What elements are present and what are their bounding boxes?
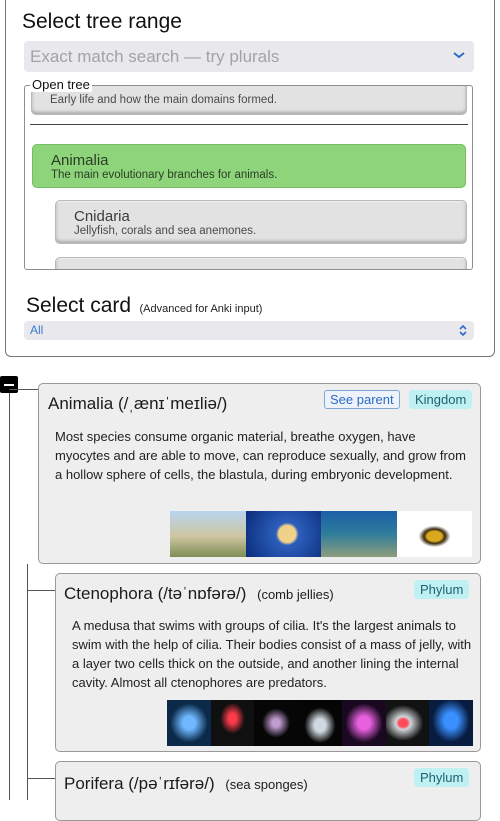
tree-connector-branch — [27, 778, 55, 779]
minus-icon — [4, 384, 14, 386]
select-card-title: Select card — [26, 294, 132, 317]
card-name: Ctenophora — [64, 584, 153, 603]
card-animalia: Animalia (/ˌænɪˈmeɪliə/) See parent King… — [38, 383, 481, 564]
coral-image — [321, 511, 397, 557]
card-pronunciation: (/təˈnɒfərə/) — [157, 584, 247, 603]
card-name: Animalia — [48, 394, 114, 413]
tree-node-desc: Jellyfish, corals and sea anemones. — [74, 225, 257, 237]
tree-node-root[interactable]: Early life and how the main domains form… — [31, 86, 467, 115]
ctenophore-image-5 — [341, 700, 386, 746]
card-pronunciation: (/ˌænɪˈmeɪliə/) — [117, 394, 228, 413]
card-common-name: (sea sponges) — [225, 777, 308, 792]
jellyfish-image — [245, 511, 321, 557]
ctenophore-image-6 — [385, 700, 430, 746]
tree-node-animalia[interactable]: Animalia The main evolutionary branches … — [32, 144, 466, 188]
search-placeholder: Exact match search — try plurals — [30, 47, 280, 66]
card-title: Porifera (/pəˈrɪfərə/) (sea sponges) — [64, 774, 308, 794]
ctenophore-image-4 — [298, 700, 342, 746]
wasp-image — [396, 511, 472, 557]
rank-badge: Phylum — [414, 768, 470, 787]
chevron-down-icon — [453, 52, 465, 59]
card-pronunciation: (/pəˈrɪfərə/) — [128, 774, 215, 793]
select-card-heading: Select card (Advanced for Anki input) — [26, 294, 262, 318]
tree-connector-line — [9, 393, 10, 800]
card-image-strip — [167, 700, 474, 746]
open-tree-legend: Open tree — [30, 77, 92, 92]
tree-search-select[interactable]: Exact match search — try plurals — [24, 41, 474, 72]
tree-node-desc: Early life and how the main domains form… — [50, 94, 277, 106]
rank-badge: Kingdom — [409, 390, 473, 409]
card-description: A medusa that swims with groups of cilia… — [72, 618, 472, 690]
ctenophore-image-7 — [429, 700, 474, 746]
tree-node-name: Cnidaria — [74, 208, 130, 225]
chevron-updown-icon — [459, 324, 467, 337]
see-parent-button[interactable]: See parent — [324, 390, 400, 409]
card-porifera: Porifera (/pəˈrɪfərə/) (sea sponges) Phy… — [55, 761, 481, 821]
zebra-image — [170, 511, 246, 557]
card-ctenophora: Ctenophora (/təˈnɒfərə/) (comb jellies) … — [55, 573, 481, 752]
select-card-subtitle: (Advanced for Anki input) — [139, 303, 263, 315]
tree-node-cnidaria[interactable]: Cnidaria Jellyfish, corals and sea anemo… — [55, 200, 467, 244]
select-tree-range-title: Select tree range — [22, 10, 182, 33]
ctenophore-image-3 — [254, 700, 299, 746]
tree-connector-branch — [27, 590, 55, 591]
tree-node-name: Animalia — [51, 152, 109, 169]
card-description: Most species consume organic material, b… — [55, 429, 466, 482]
open-tree-box: Early life and how the main domains form… — [24, 85, 473, 270]
ctenophore-image-2 — [210, 700, 255, 746]
card-image-strip — [170, 511, 472, 557]
tree-connector-branch — [9, 389, 39, 390]
card-title: Animalia (/ˌænɪˈmeɪliə/) — [48, 394, 227, 414]
tree-connector-line — [27, 564, 28, 800]
card-title: Ctenophora (/təˈnɒfərə/) (comb jellies) — [64, 584, 334, 604]
rank-badge: Phylum — [414, 580, 470, 599]
collapse-toggle-button[interactable] — [0, 376, 18, 393]
card-common-name: (comb jellies) — [257, 587, 334, 602]
tree-node-desc: The main evolutionary branches for anima… — [51, 169, 278, 181]
card-name: Porifera — [64, 774, 124, 793]
tree-divider — [30, 124, 468, 125]
tree-node-next[interactable] — [55, 257, 467, 269]
card-select-value: All — [30, 323, 44, 337]
card-select[interactable]: All — [24, 321, 474, 340]
ctenophore-image-1 — [167, 700, 211, 746]
